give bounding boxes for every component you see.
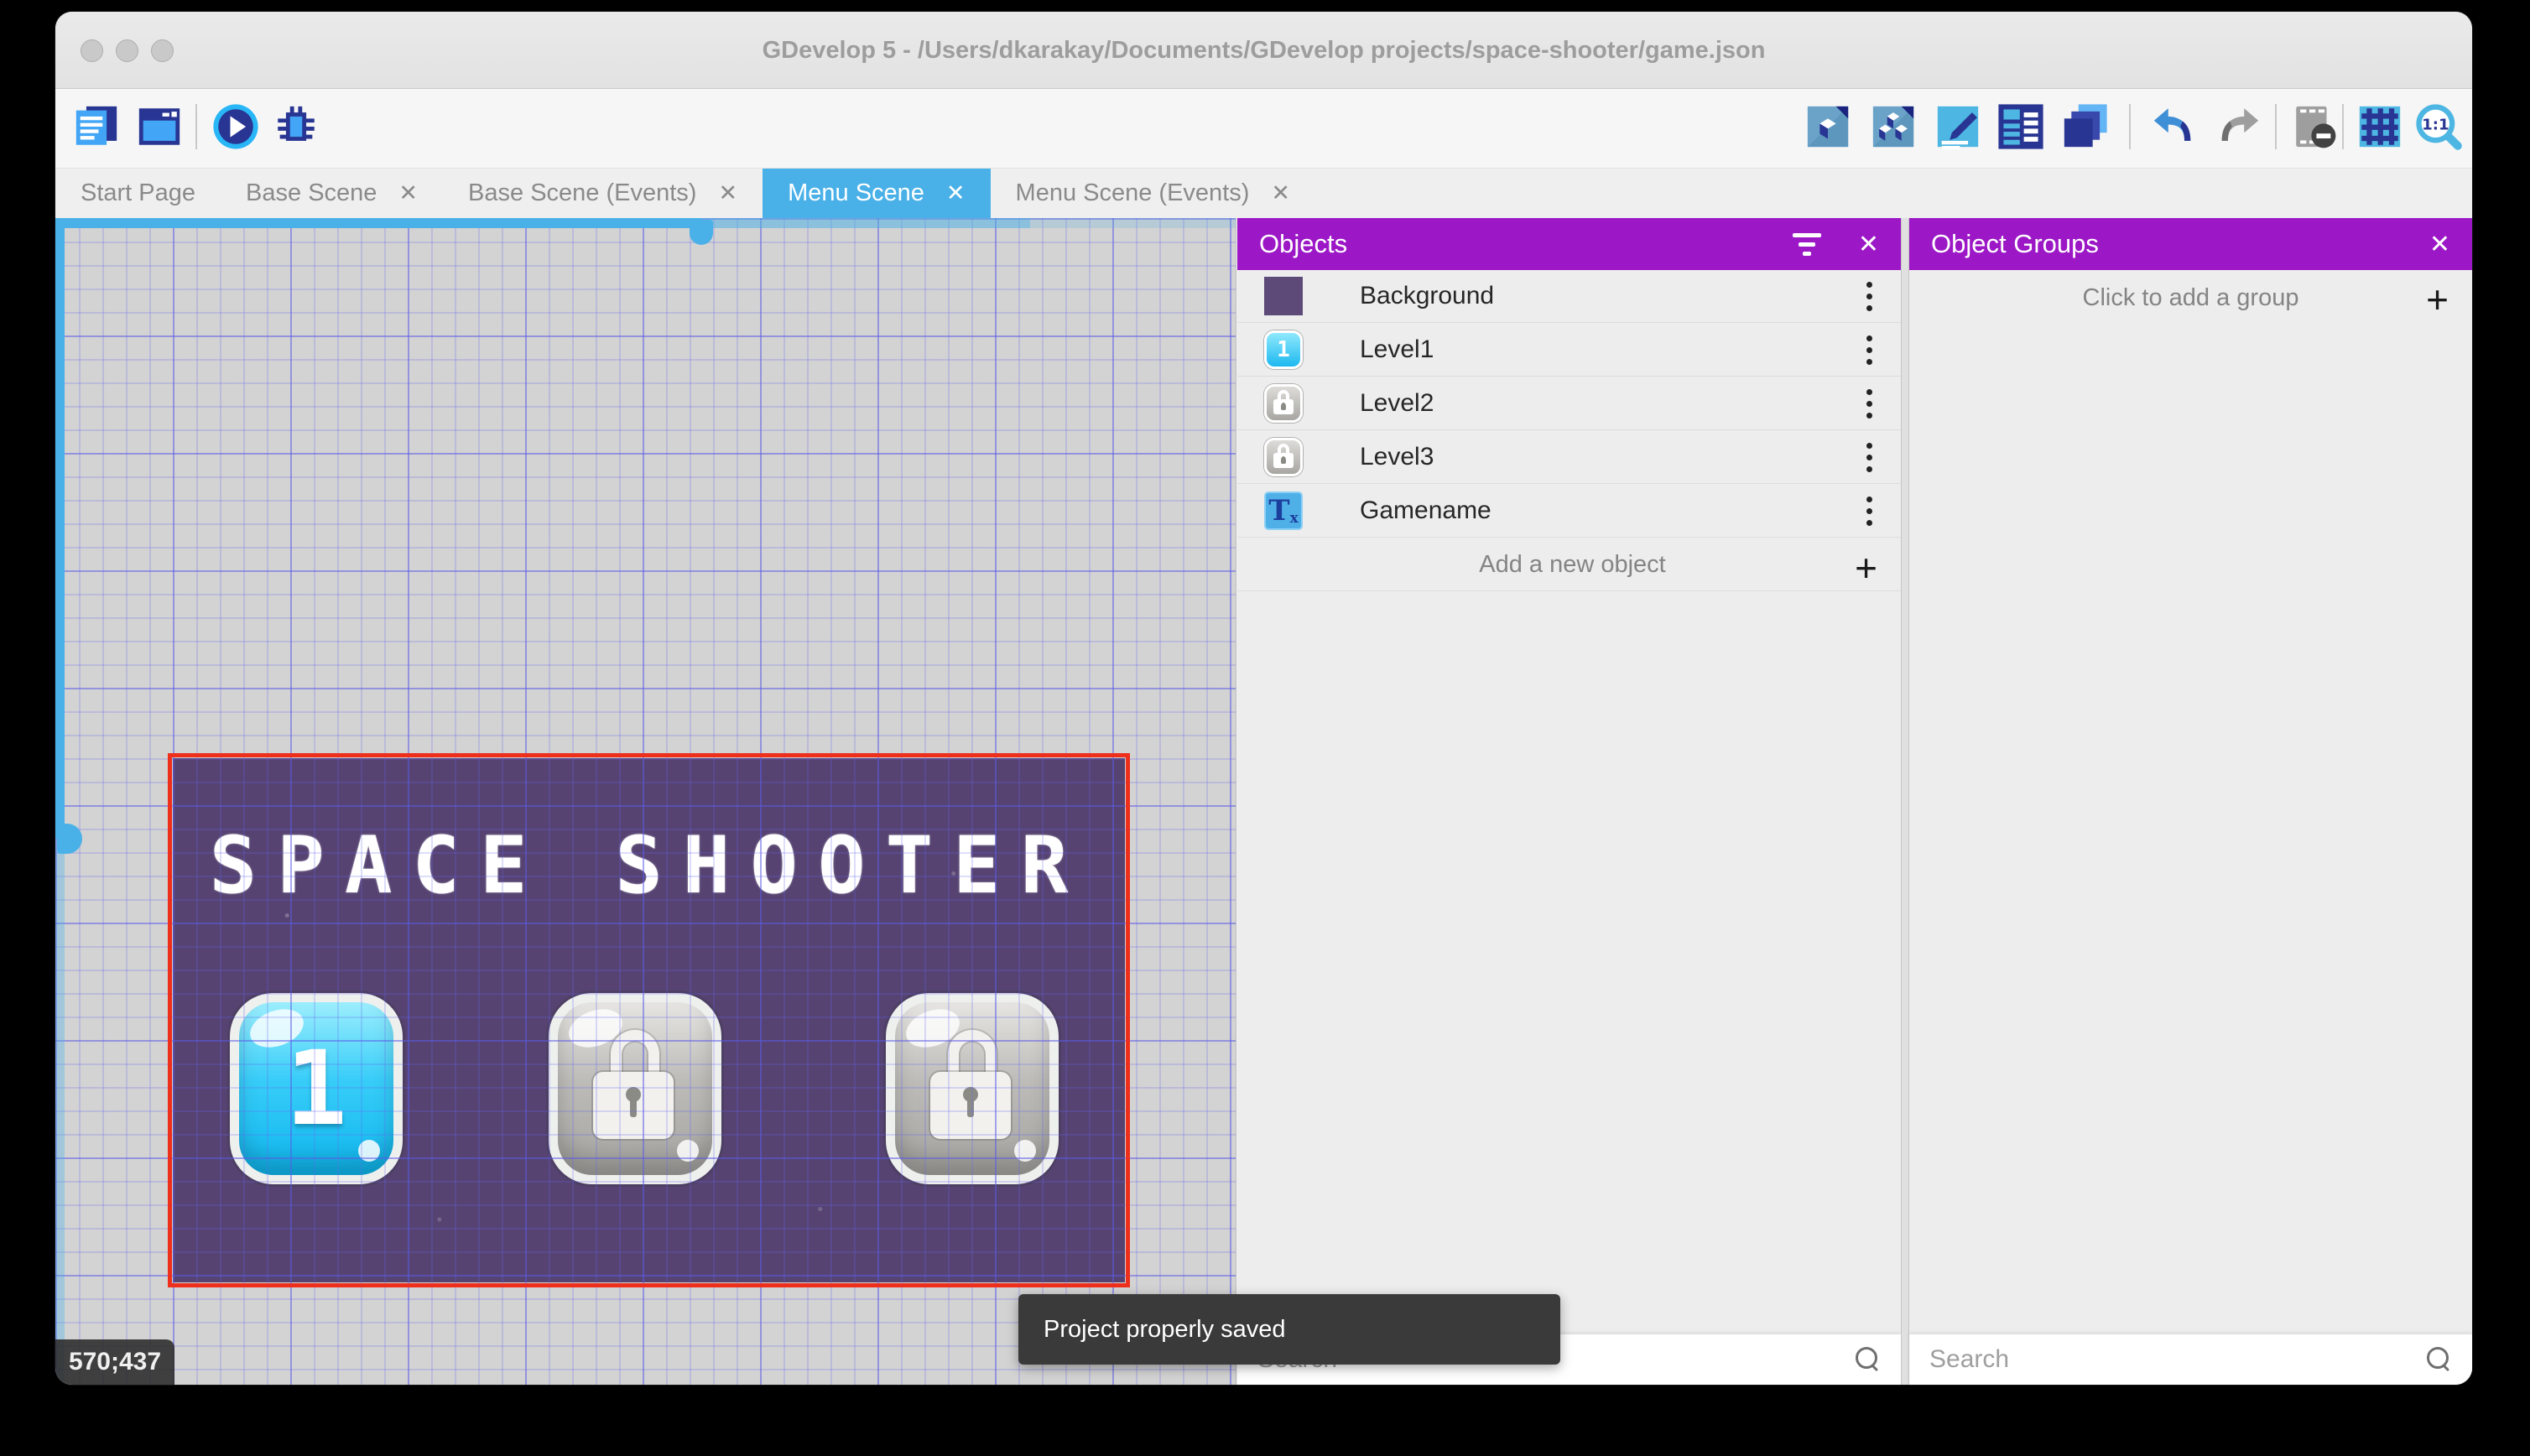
undo-icon[interactable]	[2147, 102, 2201, 151]
preview-play-icon[interactable]	[211, 102, 260, 151]
instances-editor-icon[interactable]	[1869, 102, 1918, 151]
preview-window-icon[interactable]	[135, 102, 184, 151]
objects-panel: Objects ✕ Background 1 Level1	[1237, 218, 1901, 1385]
lock-icon	[1273, 390, 1294, 417]
background-thumbnail	[1264, 277, 1303, 315]
layers-icon[interactable]	[2060, 102, 2109, 151]
close-icon[interactable]: ✕	[2429, 230, 2450, 259]
lock-icon	[593, 1030, 677, 1147]
cursor-coordinates-badge: 570;437	[55, 1339, 174, 1385]
add-object-row[interactable]: Add a new object +	[1237, 538, 1901, 591]
object-groups-panel: Object Groups ✕ Click to add a group +	[1909, 218, 2472, 1385]
search-icon	[2427, 1347, 2452, 1372]
object-row-gamename[interactable]: Tx Gamename	[1237, 485, 1901, 538]
groups-search-input[interactable]	[1929, 1345, 2427, 1374]
horizontal-scrollbar-thumb[interactable]	[690, 220, 713, 245]
grid-icon[interactable]	[2356, 102, 2404, 151]
tab-menu-scene-events[interactable]: Menu Scene (Events) ✕	[991, 169, 1315, 218]
object-row-level1[interactable]: 1 Level1	[1237, 324, 1901, 377]
tab-base-scene[interactable]: Base Scene ✕	[221, 169, 443, 218]
level1-thumbnail: 1	[1264, 330, 1303, 369]
plus-icon[interactable]: +	[1855, 545, 1877, 590]
object-editor-icon[interactable]	[1804, 102, 1852, 151]
object-row-level3[interactable]: Level3	[1237, 431, 1901, 484]
row-menu-icon[interactable]	[1858, 386, 1881, 422]
vertical-scrollbar[interactable]	[55, 218, 65, 839]
editor-content: SPACE SHOOTER 1 570;437	[55, 218, 2472, 1385]
row-menu-icon[interactable]	[1858, 493, 1881, 529]
properties-pencil-icon[interactable]	[1934, 102, 1982, 151]
lock-icon	[930, 1030, 1014, 1147]
tab-base-scene-events[interactable]: Base Scene (Events) ✕	[443, 169, 763, 218]
level1-button-object[interactable]: 1	[230, 993, 403, 1184]
level2-locked-object[interactable]	[549, 993, 721, 1184]
toolbar-divider	[2129, 104, 2131, 149]
toolbar-divider	[2342, 104, 2344, 149]
object-row-background[interactable]: Background	[1237, 270, 1901, 323]
game-title-text-object[interactable]: SPACE SHOOTER	[173, 820, 1125, 912]
save-toast: Project properly saved	[1018, 1294, 1560, 1365]
text-object-thumbnail: Tx	[1264, 491, 1303, 530]
editor-tabbar: Start Page Base Scene ✕ Base Scene (Even…	[55, 168, 2472, 218]
game-background-object[interactable]: SPACE SHOOTER 1	[173, 758, 1125, 1282]
search-icon	[1856, 1347, 1881, 1372]
tab-menu-scene[interactable]: Menu Scene ✕	[763, 169, 990, 218]
zoom-one-to-one-icon[interactable]: 1:1	[2414, 102, 2463, 151]
row-menu-icon[interactable]	[1858, 439, 1881, 476]
horizontal-scrollbar[interactable]	[55, 218, 1236, 228]
gdevelop-window: GDevelop 5 - /Users/dkarakay/Documents/G…	[55, 12, 2472, 1385]
row-menu-icon[interactable]	[1858, 278, 1881, 315]
tab-close-icon[interactable]: ✕	[946, 180, 966, 206]
redo-icon[interactable]	[2211, 102, 2265, 151]
groups-search-bar	[1909, 1334, 2472, 1385]
svg-text:1:1: 1:1	[2422, 116, 2449, 133]
groups-panel-header: Object Groups ✕	[1909, 218, 2472, 270]
tab-close-icon[interactable]: ✕	[718, 180, 737, 206]
panel-divider[interactable]	[1901, 218, 1909, 1385]
project-manager-icon[interactable]	[72, 102, 121, 151]
toolbar-divider	[2275, 104, 2277, 149]
objects-panel-title: Objects	[1259, 229, 1347, 259]
plus-icon[interactable]: +	[2426, 277, 2449, 322]
objects-list-icon[interactable]	[1996, 102, 2045, 151]
window-title: GDevelop 5 - /Users/dkarakay/Documents/G…	[55, 12, 2472, 89]
close-icon[interactable]: ✕	[1858, 230, 1879, 259]
objects-panel-header: Objects ✕	[1237, 218, 1901, 270]
frame-minus-icon[interactable]	[2288, 102, 2340, 151]
row-menu-icon[interactable]	[1858, 332, 1881, 368]
toolbar-divider	[195, 104, 197, 149]
level1-number: 1	[285, 1029, 346, 1148]
debugger-bug-icon[interactable]	[272, 102, 320, 151]
tab-close-icon[interactable]: ✕	[1271, 180, 1290, 206]
filter-icon[interactable]	[1793, 233, 1821, 256]
scene-canvas[interactable]: SPACE SHOOTER 1 570;437	[55, 218, 1236, 1385]
vertical-scrollbar-thumb[interactable]	[57, 824, 82, 854]
main-toolbar: 1:1	[55, 89, 2472, 168]
tab-close-icon[interactable]: ✕	[398, 180, 418, 206]
add-group-row[interactable]: Click to add a group +	[1909, 270, 2472, 325]
lock-icon	[1273, 444, 1294, 471]
tab-start-page[interactable]: Start Page	[55, 169, 221, 218]
level2-thumbnail	[1264, 384, 1303, 423]
groups-panel-title: Object Groups	[1931, 229, 2099, 259]
titlebar: GDevelop 5 - /Users/dkarakay/Documents/G…	[55, 12, 2472, 89]
level3-thumbnail	[1264, 438, 1303, 476]
level3-locked-object[interactable]	[886, 993, 1059, 1184]
object-row-level2[interactable]: Level2	[1237, 377, 1901, 430]
